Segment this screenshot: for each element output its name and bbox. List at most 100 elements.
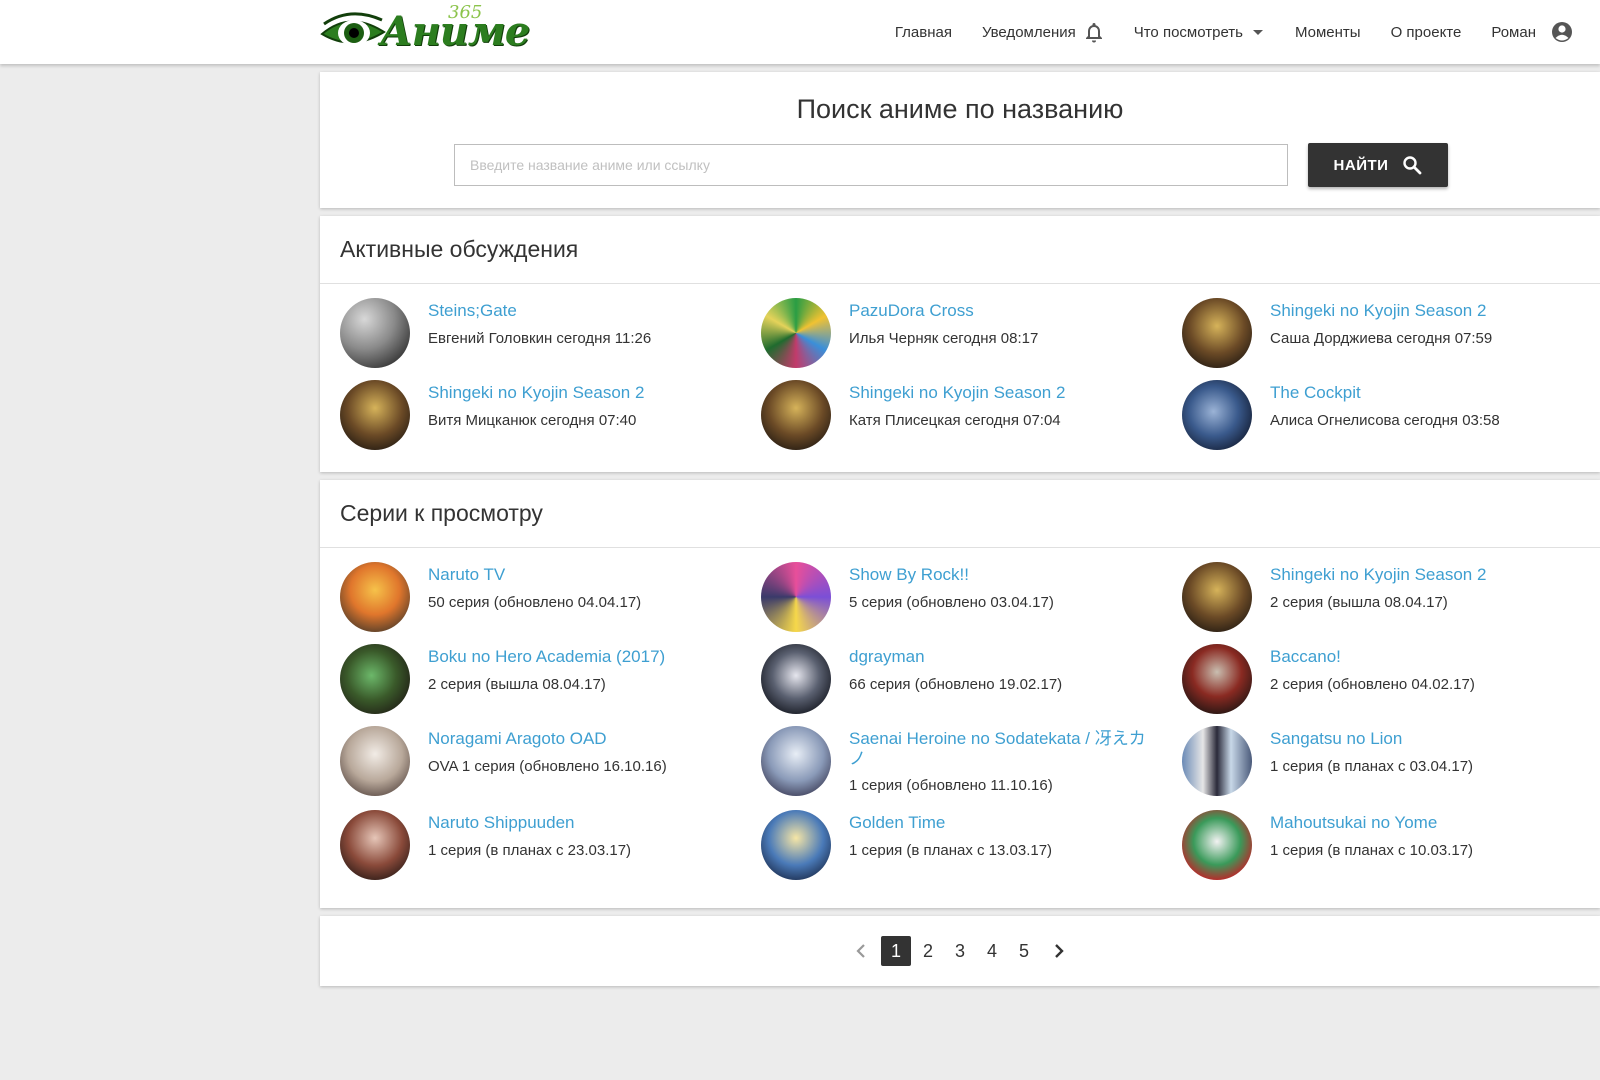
active-discussions-card: Активные обсуждения Steins;Gate Евгений … [320, 216, 1600, 472]
anime-poster-avatar[interactable] [1182, 644, 1252, 714]
account-circle-icon [1552, 22, 1572, 42]
page-button-4[interactable]: 4 [977, 936, 1007, 966]
episode-meta: 2 серия (обновлено 04.02.17) [1270, 676, 1475, 693]
discussion-meta: Саша Дорджиева сегодня 07:59 [1270, 330, 1493, 347]
discussion-title-link[interactable]: Shingeki no Kyojin Season 2 [849, 383, 1149, 403]
previous-page-button[interactable] [843, 936, 879, 966]
episode-title-link[interactable]: Sangatsu no Lion [1270, 729, 1570, 749]
episode-meta: 1 серия (в планах с 13.03.17) [849, 842, 1053, 859]
episode-title-link[interactable]: Shingeki no Kyojin Season 2 [1270, 565, 1570, 585]
episode-title-link[interactable]: Naruto Shippuuden [428, 813, 728, 833]
anime-poster-avatar[interactable] [1182, 726, 1252, 796]
discussion-item: The Cockpit Алиса Огнелисова сегодня 03:… [1162, 380, 1582, 452]
nav-item-notifications[interactable]: Уведомления [982, 21, 1104, 43]
episode-meta: 5 серия (обновлено 03.04.17) [849, 594, 1054, 611]
discussion-meta: Витя Мицканюк сегодня 07:40 [428, 412, 637, 429]
episode-item: Noragami Aragoto OAD OVA 1 серия (обновл… [320, 726, 740, 798]
pagination-card: 1 2 3 4 5 [320, 916, 1600, 986]
anime-poster-avatar[interactable] [340, 644, 410, 714]
episode-item: Golden Time 1 серия (в планах с 13.03.17… [741, 810, 1161, 882]
nav-item-label: Роман [1491, 23, 1536, 41]
next-page-button[interactable] [1041, 936, 1077, 966]
episodes-to-watch-card: Серии к просмотру Naruto TV 50 серия (об… [320, 480, 1600, 908]
anime-poster-avatar[interactable] [761, 644, 831, 714]
main-nav: Главная Уведомления Что посмотреть Момен… [865, 0, 1574, 64]
episode-meta: 1 серия (в планах с 03.04.17) [1270, 758, 1474, 775]
anime-poster-avatar[interactable] [1182, 298, 1252, 368]
anime-poster-avatar[interactable] [1182, 810, 1252, 880]
page-button-1[interactable]: 1 [881, 936, 911, 966]
chevron-right-icon [1055, 944, 1064, 958]
anime-poster-avatar[interactable] [761, 562, 831, 632]
nav-item-what-to-watch[interactable]: Что посмотреть [1134, 24, 1265, 41]
bell-icon [1085, 23, 1102, 43]
nav-item-user-profile[interactable]: Роман [1491, 20, 1574, 44]
anime-poster-avatar[interactable] [761, 298, 831, 368]
discussion-meta: Алиса Огнелисова сегодня 03:58 [1270, 412, 1500, 429]
discussion-title-link[interactable]: The Cockpit [1270, 383, 1570, 403]
episode-item: Baccano! 2 серия (обновлено 04.02.17) [1162, 644, 1582, 716]
page-button-3[interactable]: 3 [945, 936, 975, 966]
nav-item-label: О проекте [1390, 23, 1462, 41]
discussion-title-link[interactable]: Shingeki no Kyojin Season 2 [1270, 301, 1570, 321]
episode-title-link[interactable]: Golden Time [849, 813, 1149, 833]
section-title: Серии к просмотру [320, 480, 1600, 548]
nav-item-home[interactable]: Главная [895, 24, 952, 41]
nav-item-moments[interactable]: Моменты [1295, 24, 1361, 41]
discussion-meta: Евгений Головкин сегодня 11:26 [428, 330, 652, 347]
page-button-5[interactable]: 5 [1009, 936, 1039, 966]
anime-poster-avatar[interactable] [1182, 380, 1252, 450]
page-button-2[interactable]: 2 [913, 936, 943, 966]
episode-meta: 2 серия (вышла 08.04.17) [428, 676, 606, 693]
anime-poster-avatar[interactable] [340, 726, 410, 796]
nav-item-label: Моменты [1294, 23, 1361, 41]
search-button[interactable]: НАЙТИ [1308, 143, 1448, 187]
discussion-title-link[interactable]: PazuDora Cross [849, 301, 1149, 321]
nav-item-label: Что посмотреть [1133, 23, 1243, 41]
episode-title-link[interactable]: Noragami Aragoto OAD [428, 729, 728, 749]
episode-title-link[interactable]: Saenai Heroine no Sodatekata / 冴えカノ [849, 729, 1149, 769]
episode-meta: OVA 1 серия (обновлено 16.10.16) [428, 758, 667, 775]
nav-item-label: Уведомления [981, 23, 1076, 41]
episode-item: Show By Rock!! 5 серия (обновлено 03.04.… [741, 562, 1161, 634]
episode-title-link[interactable]: dgrayman [849, 647, 1149, 667]
episode-meta: 1 серия (обновлено 11.10.16) [849, 777, 1053, 794]
discussion-item: Steins;Gate Евгений Головкин сегодня 11:… [320, 298, 740, 370]
episode-title-link[interactable]: Show By Rock!! [849, 565, 1149, 585]
episode-item: dgrayman 66 серия (обновлено 19.02.17) [741, 644, 1161, 716]
nav-item-about[interactable]: О проекте [1391, 24, 1462, 41]
discussion-item: Shingeki no Kyojin Season 2 Витя Мицканю… [320, 380, 740, 452]
episode-item: Sangatsu no Lion 1 серия (в планах с 03.… [1162, 726, 1582, 798]
anime-poster-avatar[interactable] [340, 562, 410, 632]
episode-item: Shingeki no Kyojin Season 2 2 серия (выш… [1162, 562, 1582, 634]
search-input[interactable] [454, 144, 1288, 186]
discussion-title-link[interactable]: Steins;Gate [428, 301, 728, 321]
anime-poster-avatar[interactable] [761, 726, 831, 796]
episode-meta: 1 серия (в планах с 10.03.17) [1270, 842, 1474, 859]
anime-poster-avatar[interactable] [761, 810, 831, 880]
episode-title-link[interactable]: Boku no Hero Academia (2017) [428, 647, 728, 667]
episode-item: Mahoutsukai no Yome 1 серия (в планах с … [1162, 810, 1582, 882]
search-icon [1403, 156, 1422, 175]
anime-poster-avatar[interactable] [340, 298, 410, 368]
episode-title-link[interactable]: Naruto TV [428, 565, 728, 585]
episode-title-link[interactable]: Baccano! [1270, 647, 1570, 667]
discussion-item: Shingeki no Kyojin Season 2 Саша Дорджие… [1162, 298, 1582, 370]
pagination: 1 2 3 4 5 [320, 936, 1600, 966]
episode-title-link[interactable]: Mahoutsukai no Yome [1270, 813, 1570, 833]
chevron-left-icon [856, 944, 865, 958]
nav-item-label: Главная [894, 23, 952, 41]
site-logo[interactable]: Аниме 365 [320, 2, 530, 58]
discussion-meta: Илья Черняк сегодня 08:17 [849, 330, 1039, 347]
anime-poster-avatar[interactable] [761, 380, 831, 450]
discussion-title-link[interactable]: Shingeki no Kyojin Season 2 [428, 383, 728, 403]
search-title: Поиск аниме по названию [796, 94, 1124, 124]
eye-logo-icon [320, 12, 386, 46]
anime-poster-avatar[interactable] [1182, 562, 1252, 632]
discussion-item: PazuDora Cross Илья Черняк сегодня 08:17 [741, 298, 1161, 370]
episode-item: Naruto Shippuuden 1 серия (в планах с 23… [320, 810, 740, 882]
section-title: Активные обсуждения [320, 216, 1600, 284]
anime-poster-avatar[interactable] [340, 810, 410, 880]
episode-item: Boku no Hero Academia (2017) 2 серия (вы… [320, 644, 740, 716]
anime-poster-avatar[interactable] [340, 380, 410, 450]
